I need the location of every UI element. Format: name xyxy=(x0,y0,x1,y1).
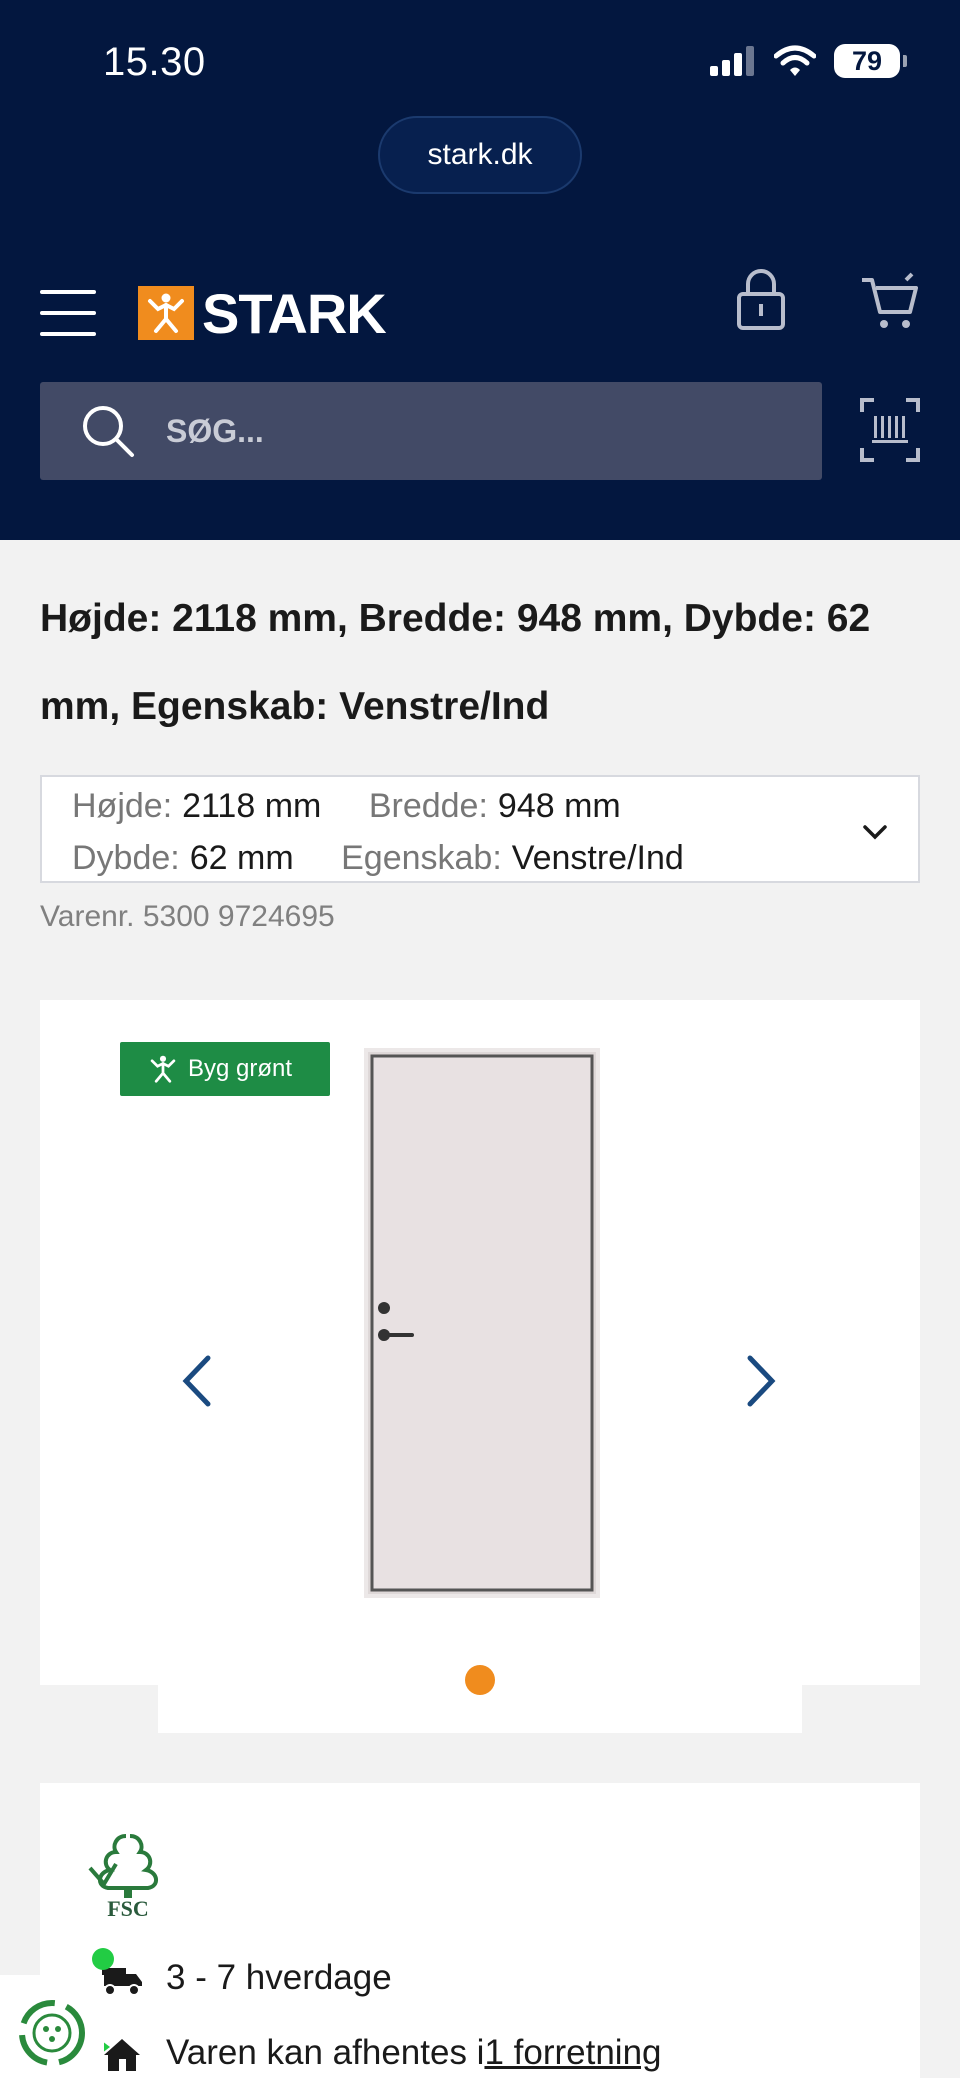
site-header: 15.30 79 stark.dk STARK xyxy=(0,0,960,540)
hojde-value: 2118 mm xyxy=(182,787,322,825)
menu-line xyxy=(40,311,96,315)
item-number: Varenr. 5300 9724695 xyxy=(40,900,335,933)
gallery-dot-active[interactable] xyxy=(465,1665,495,1695)
door-product-image xyxy=(364,1048,600,1598)
url-bar[interactable]: stark.dk xyxy=(378,116,582,194)
dybde-label: Dybde: xyxy=(72,839,180,877)
dybde-value: 62 mm xyxy=(189,839,294,877)
bredde-value: 948 mm xyxy=(497,787,621,825)
fsc-text: FSC xyxy=(107,1896,149,1918)
variant-row-1: Højde: 2118 mm Bredde: 948 mm xyxy=(72,787,621,826)
egenskab-value: Venstre/Ind xyxy=(511,839,684,877)
bredde-label: Bredde: xyxy=(368,787,488,825)
badge-label: Byg grønt xyxy=(188,1055,293,1082)
search-input[interactable] xyxy=(166,412,766,450)
status-icons: 79 xyxy=(710,44,907,78)
status-time: 15.30 xyxy=(103,40,206,84)
pickup-row: Varen kan afhentes i 1 forretning xyxy=(100,2033,662,2073)
truck-icon xyxy=(92,1948,144,1998)
menu-button[interactable] xyxy=(40,290,96,336)
search-bar[interactable] xyxy=(40,382,822,480)
pickup-store-link[interactable]: 1 forretning xyxy=(484,2033,661,2073)
availability-dot xyxy=(92,1948,114,1970)
chevron-right-icon[interactable] xyxy=(740,1352,780,1410)
stark-figure-icon xyxy=(150,1055,176,1083)
chevron-down-icon[interactable] xyxy=(860,817,890,847)
chevron-left-icon[interactable] xyxy=(178,1352,218,1410)
recycle-icon xyxy=(19,2000,85,2066)
stark-figure-icon xyxy=(138,286,194,340)
byg-gront-badge: Byg grønt xyxy=(120,1042,330,1096)
product-gallery[interactable]: Byg grønt xyxy=(40,1000,920,1685)
barcode-scan-icon[interactable] xyxy=(860,398,920,462)
wifi-icon xyxy=(774,45,816,76)
logo-text: STARK xyxy=(202,281,387,345)
variant-row-2: Dybde: 62 mm Egenskab: Venstre/Ind xyxy=(72,839,684,878)
stark-logo[interactable]: STARK xyxy=(138,282,387,345)
delivery-time: 3 - 7 hverdage xyxy=(166,1958,392,1997)
delivery-info-card: FSC 3 - 7 hverdage Varen kan afhentes i … xyxy=(40,1783,920,2078)
pickup-text: Varen kan afhentes i xyxy=(166,2033,485,2072)
cart-icon[interactable] xyxy=(860,272,920,332)
store-home-icon xyxy=(100,2033,144,2073)
signal-icon xyxy=(710,46,754,76)
variant-selector[interactable]: Højde: 2118 mm Bredde: 948 mm Dybde: 62 mm … xyxy=(40,775,920,883)
fsc-logo: FSC xyxy=(88,1834,158,1918)
battery-indicator: 79 xyxy=(834,44,907,78)
lock-icon[interactable] xyxy=(735,268,787,332)
eco-floating-button[interactable] xyxy=(0,1975,104,2078)
hojde-label: Højde: xyxy=(72,787,173,825)
menu-line xyxy=(40,332,96,336)
product-title: Højde: 2118 mm, Bredde: 948 mm, Dybde: 6… xyxy=(40,597,871,728)
egenskab-label: Egenskab: xyxy=(341,839,502,877)
search-icon[interactable] xyxy=(80,403,136,459)
menu-line xyxy=(40,290,96,294)
delivery-row: 3 - 7 hverdage xyxy=(92,1948,392,1998)
